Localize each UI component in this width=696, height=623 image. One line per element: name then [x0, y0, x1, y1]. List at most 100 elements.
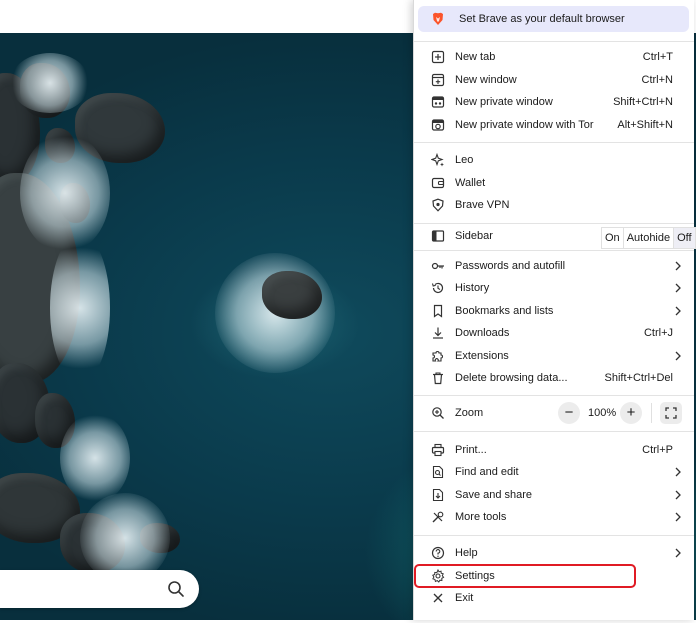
menu-item-label: Bookmarks and lists	[455, 305, 554, 317]
new-window-icon	[431, 73, 445, 87]
separator	[414, 395, 694, 396]
document-save-icon	[432, 488, 444, 502]
menu-item-label: Zoom	[455, 407, 484, 419]
menu-item-leo[interactable]: Leo	[414, 149, 694, 171]
zoom-out-button[interactable]: −	[558, 402, 580, 424]
fullscreen-icon	[665, 407, 677, 419]
zoom-divider	[651, 403, 652, 423]
menu-item-label: Sidebar	[455, 230, 493, 242]
menu-item-label: Leo	[455, 154, 474, 166]
vpn-shield-icon	[432, 198, 444, 212]
separator	[414, 250, 694, 251]
shortcut-label: Ctrl+P	[642, 444, 673, 456]
menu-item-extensions[interactable]: Extensions	[414, 345, 694, 367]
menu-item-wallet[interactable]: Wallet	[414, 172, 694, 194]
chevron-right-icon	[675, 306, 681, 316]
menu-item-new-tab[interactable]: New tab Ctrl+T	[414, 46, 694, 68]
menu-item-bookmarks[interactable]: Bookmarks and lists	[414, 300, 694, 322]
menu-item-label: More tools	[455, 511, 507, 523]
menu-item-new-tor-window[interactable]: New private window with Tor Alt+Shift+N	[414, 114, 694, 136]
tor-window-icon	[431, 119, 445, 131]
menu-item-label: Brave VPN	[455, 199, 510, 211]
download-icon	[433, 327, 443, 339]
menu-item-zoom: Zoom	[414, 402, 694, 424]
zoom-icon	[432, 407, 444, 419]
chevron-right-icon	[675, 512, 681, 522]
key-icon	[431, 262, 444, 270]
zoom-in-button[interactable]: +	[620, 402, 642, 424]
new-tab-icon	[431, 50, 445, 64]
menu-item-history[interactable]: History	[414, 277, 694, 299]
sidebar-option-on[interactable]: On	[602, 228, 623, 248]
menu-item-new-private-window[interactable]: New private window Shift+Ctrl+N	[414, 91, 694, 113]
leo-sparkle-icon	[431, 153, 444, 167]
menu-item-label: Extensions	[455, 350, 509, 362]
printer-icon	[431, 443, 445, 457]
menu-item-label: Wallet	[455, 177, 486, 189]
separator	[414, 431, 694, 432]
separator	[414, 142, 694, 143]
brave-lion-icon	[433, 12, 443, 25]
menu-item-label: History	[455, 282, 490, 294]
search-icon[interactable]	[167, 580, 185, 598]
sidebar-option-autohide[interactable]: Autohide	[622, 228, 673, 248]
history-icon	[431, 282, 444, 294]
wallet-icon	[431, 177, 445, 189]
separator	[414, 223, 694, 224]
menu-item-label: Print...	[455, 444, 487, 456]
chevron-right-icon	[675, 490, 681, 500]
fullscreen-button[interactable]	[660, 402, 682, 424]
menu-item-label: New tab	[455, 51, 496, 63]
menu-item-label: Delete browsing data...	[455, 372, 568, 384]
shortcut-label: Ctrl+J	[643, 327, 673, 339]
menu-item-new-window[interactable]: New window Ctrl+N	[414, 69, 694, 91]
default-browser-label: Set Brave as your default browser	[459, 13, 625, 25]
shortcut-label: Alt+Shift+N	[617, 119, 673, 131]
chevron-right-icon	[675, 283, 681, 293]
trash-icon	[433, 372, 443, 385]
chevron-right-icon	[675, 351, 681, 361]
menu-item-more-tools[interactable]: More tools	[414, 506, 694, 528]
menu-item-label: Downloads	[455, 327, 510, 339]
tools-icon	[432, 511, 444, 523]
menu-item-passwords[interactable]: Passwords and autofill	[414, 255, 694, 277]
settings-highlight-annotation	[414, 564, 636, 588]
private-window-icon	[431, 96, 445, 108]
menu-item-exit[interactable]: Exit	[414, 587, 694, 609]
search-box[interactable]	[0, 570, 199, 608]
menu-item-label: Exit	[455, 592, 474, 604]
menu-item-label: New private window	[455, 96, 553, 108]
shortcut-label: Shift+Ctrl+N	[613, 96, 673, 108]
menu-item-label: New private window with Tor	[455, 119, 594, 131]
puzzle-icon	[432, 351, 443, 362]
bookmark-icon	[433, 304, 443, 318]
shortcut-label: Shift+Ctrl+Del	[604, 372, 673, 384]
sidebar-mode-toggle: On Autohide Off	[601, 227, 696, 249]
menu-item-label: Passwords and autofill	[455, 260, 566, 272]
sidebar-option-off[interactable]: Off	[673, 228, 695, 248]
shortcut-label: Ctrl+N	[641, 74, 673, 86]
document-search-icon	[432, 465, 444, 479]
help-icon	[431, 546, 445, 560]
menu-item-find-and-edit[interactable]: Find and edit	[414, 461, 694, 483]
shortcut-label: Ctrl+T	[642, 51, 673, 63]
chevron-right-icon	[675, 467, 681, 477]
separator	[414, 535, 694, 536]
default-browser-banner[interactable]: Set Brave as your default browser	[418, 6, 689, 32]
menu-item-delete-browsing-data[interactable]: Delete browsing data... Shift+Ctrl+Del	[414, 367, 694, 389]
menu-item-help[interactable]: Help	[414, 542, 694, 564]
chevron-right-icon	[675, 261, 681, 271]
menu-item-label: New window	[455, 74, 517, 86]
separator	[414, 41, 694, 42]
menu-item-brave-vpn[interactable]: Brave VPN	[414, 194, 694, 216]
menu-item-save-and-share[interactable]: Save and share	[414, 484, 694, 506]
menu-item-label: Save and share	[455, 489, 533, 501]
menu-item-print[interactable]: Print... Ctrl+P	[414, 439, 694, 461]
app-menu: Set Brave as your default browser New ta…	[413, 0, 696, 620]
zoom-level: 100%	[588, 407, 617, 419]
sidebar-icon	[431, 230, 445, 242]
menu-item-downloads[interactable]: Downloads Ctrl+J	[414, 322, 694, 344]
menu-item-label: Find and edit	[455, 466, 519, 478]
menu-item-label: Help	[455, 547, 478, 559]
close-icon	[433, 593, 443, 603]
